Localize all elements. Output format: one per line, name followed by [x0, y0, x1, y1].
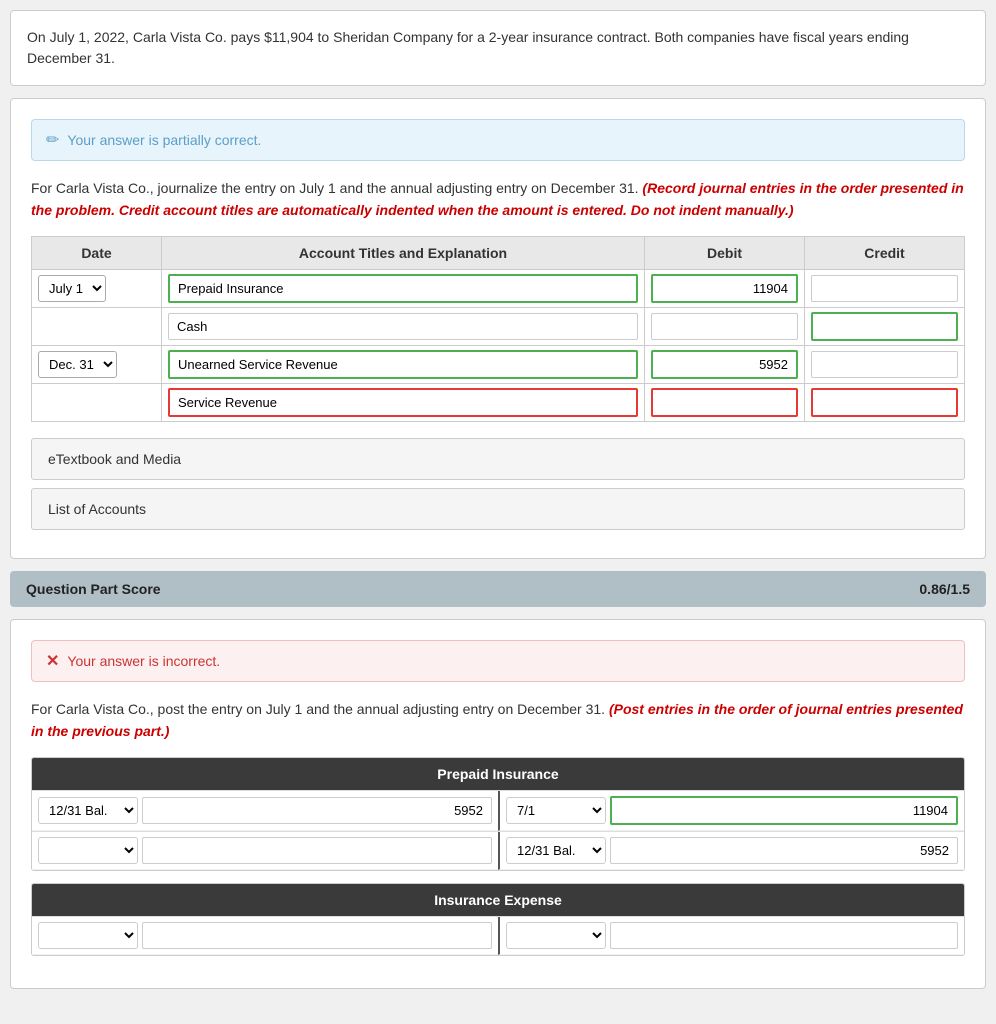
credit-cell-service-rev	[805, 383, 965, 421]
debit-cell-5952	[645, 345, 805, 383]
credit-cell-unearned	[805, 345, 965, 383]
col-credit: Credit	[805, 236, 965, 269]
prepaid-left-date-select-1[interactable]: 12/31 Bal.	[38, 797, 138, 824]
prepaid-right-cell-2: 12/31 Bal.	[498, 832, 964, 870]
col-account: Account Titles and Explanation	[162, 236, 645, 269]
table-row: Dec. 31	[32, 345, 965, 383]
insurance-right-cell-1	[498, 917, 964, 955]
part1-instruction-normal: For Carla Vista Co., journalize the entr…	[31, 180, 639, 196]
prepaid-insurance-title: Prepaid Insurance	[32, 758, 964, 790]
table-row: July 1	[32, 269, 965, 307]
insurance-right-amount-1[interactable]	[610, 922, 958, 949]
prepaid-ledger-row2: 12/31 Bal.	[32, 831, 964, 870]
debit-input-5952[interactable]	[651, 350, 798, 379]
account-input-cash[interactable]	[168, 313, 638, 340]
incorrect-alert: ✕ Your answer is incorrect.	[31, 640, 965, 682]
account-input-prepaid[interactable]	[168, 274, 638, 303]
prepaid-right-amount-1[interactable]	[610, 796, 958, 825]
insurance-right-date-select-1[interactable]	[506, 922, 606, 949]
part2-instruction-normal: For Carla Vista Co., post the entry on J…	[31, 701, 605, 717]
insurance-expense-title: Insurance Expense	[32, 884, 964, 916]
prepaid-left-amount-1[interactable]	[142, 797, 492, 824]
part2-section: ✕ Your answer is incorrect. For Carla Vi…	[10, 619, 986, 989]
debit-input-service-rev[interactable]	[651, 388, 798, 417]
prepaid-left-cell-2	[32, 832, 498, 870]
credit-input-service-rev[interactable]	[811, 388, 958, 417]
account-input-service-rev[interactable]	[168, 388, 638, 417]
score-bar: Question Part Score 0.86/1.5	[10, 571, 986, 607]
prepaid-right-date-select-2[interactable]: 12/31 Bal.	[506, 837, 606, 864]
credit-cell-empty1	[805, 269, 965, 307]
credit-input-cash[interactable]	[811, 312, 958, 341]
prepaid-right-date-select-1[interactable]: 7/1	[506, 797, 606, 824]
score-label: Question Part Score	[26, 581, 161, 597]
date-select-july1[interactable]: July 1	[38, 275, 106, 302]
date-cell-empty2	[32, 383, 162, 421]
credit-input-empty1[interactable]	[811, 275, 958, 302]
journal-table: Date Account Titles and Explanation Debi…	[31, 236, 965, 422]
problem-statement: On July 1, 2022, Carla Vista Co. pays $1…	[10, 10, 986, 86]
pencil-icon: ✏	[46, 130, 59, 150]
prepaid-insurance-ledger: Prepaid Insurance 12/31 Bal. 7/1	[31, 757, 965, 871]
part2-instruction: For Carla Vista Co., post the entry on J…	[31, 698, 965, 743]
prepaid-right-amount-2[interactable]	[610, 837, 958, 864]
table-row	[32, 383, 965, 421]
debit-cell-service-rev	[645, 383, 805, 421]
debit-cell-11904	[645, 269, 805, 307]
debit-input-cash[interactable]	[651, 313, 798, 340]
part1-instruction: For Carla Vista Co., journalize the entr…	[31, 177, 965, 222]
list-accounts-button[interactable]: List of Accounts	[31, 488, 965, 530]
partial-correct-alert: ✏ Your answer is partially correct.	[31, 119, 965, 161]
date-cell-empty1	[32, 307, 162, 345]
x-icon: ✕	[46, 651, 59, 671]
date-select-dec31[interactable]: Dec. 31	[38, 351, 117, 378]
insurance-left-cell-1	[32, 917, 498, 955]
prepaid-right-cell-1: 7/1	[498, 791, 964, 831]
account-cell-unearned	[162, 345, 645, 383]
table-row	[32, 307, 965, 345]
incorrect-text: Your answer is incorrect.	[67, 653, 220, 669]
problem-text: On July 1, 2022, Carla Vista Co. pays $1…	[27, 27, 969, 69]
part1-section: ✏ Your answer is partially correct. For …	[10, 98, 986, 559]
prepaid-left-date-select-2[interactable]	[38, 837, 138, 864]
account-input-unearned[interactable]	[168, 350, 638, 379]
account-cell-prepaid	[162, 269, 645, 307]
insurance-expense-ledger: Insurance Expense	[31, 883, 965, 956]
date-cell-dec31: Dec. 31	[32, 345, 162, 383]
etextbook-button[interactable]: eTextbook and Media	[31, 438, 965, 480]
prepaid-left-cell-1: 12/31 Bal.	[32, 791, 498, 831]
debit-input-11904[interactable]	[651, 274, 798, 303]
prepaid-ledger-row1: 12/31 Bal. 7/1	[32, 790, 964, 831]
credit-cell-cash	[805, 307, 965, 345]
col-date: Date	[32, 236, 162, 269]
col-debit: Debit	[645, 236, 805, 269]
account-cell-cash	[162, 307, 645, 345]
insurance-ledger-row1	[32, 916, 964, 955]
insurance-left-date-select-1[interactable]	[38, 922, 138, 949]
credit-input-unearned[interactable]	[811, 351, 958, 378]
prepaid-left-amount-2[interactable]	[142, 837, 492, 864]
insurance-left-amount-1[interactable]	[142, 922, 492, 949]
partial-correct-text: Your answer is partially correct.	[67, 132, 261, 148]
date-cell-july1: July 1	[32, 269, 162, 307]
prepaid-insurance-body: 12/31 Bal. 7/1	[32, 790, 964, 870]
debit-cell-cash	[645, 307, 805, 345]
insurance-expense-body	[32, 916, 964, 955]
account-cell-service-rev	[162, 383, 645, 421]
score-value: 0.86/1.5	[919, 581, 970, 597]
